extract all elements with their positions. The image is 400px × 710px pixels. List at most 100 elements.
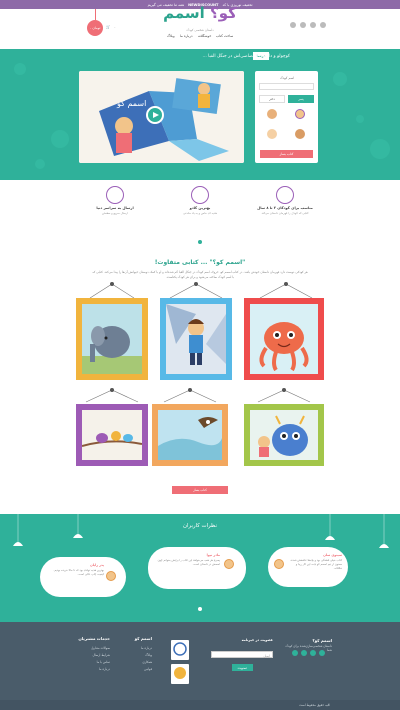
feature-shipping: ارسال به سراسر دنیا ارسال سریع و مطمئن <box>80 186 150 215</box>
nav-item-make-book[interactable]: ساخت کتاب <box>216 34 233 38</box>
footer-link[interactable]: قوانین <box>112 667 152 671</box>
feature-title: مناسب برای کودکان ۳ تا ۸ سال <box>257 206 313 210</box>
avatar-option[interactable] <box>295 109 305 119</box>
frame-octopus <box>244 298 324 380</box>
testimonial-text: پسرم هر شب می‌خواهد این کتاب را برایش بخ… <box>157 558 220 566</box>
twitter-icon[interactable] <box>310 22 316 28</box>
facebook-icon[interactable] <box>319 650 325 656</box>
telegram-icon[interactable] <box>290 22 296 28</box>
frame-boy <box>160 298 232 380</box>
feature-text: ارسال سریع و مطمئن <box>102 211 128 215</box>
hero-title: کوچولو و داستان اختصاصی‌اش در جنگل الفبا… <box>202 54 290 59</box>
feature-text: هدیه ای خاص و به یاد ماندنی <box>183 211 217 215</box>
section-divider-dot <box>198 240 202 244</box>
footer-link[interactable]: درباره ما <box>74 667 110 671</box>
buy-book-button[interactable]: کتاب بساز <box>172 486 228 494</box>
gender-boy-label: پسر <box>298 97 304 101</box>
testimonial-card: سینوی سان کتاب خیلی قشنگی بود و بچه‌ها ع… <box>268 547 348 587</box>
gift-icon <box>191 186 209 204</box>
frame-birds <box>76 404 148 466</box>
testimonials-title: نظرات کاربران <box>183 523 217 529</box>
cart-icon[interactable]: 🛒 <box>106 25 110 29</box>
logo[interactable]: کو؟ اسمم <box>158 4 242 30</box>
testimonial-text: کتاب خیلی قشنگی بود و بچه‌ها عاشقش شدند.… <box>289 558 342 570</box>
feature-gift: بهترین کادو هدیه ای خاص و به یاد ماندنی <box>165 186 235 215</box>
facebook-icon[interactable] <box>320 22 326 28</box>
enamad-badge[interactable] <box>171 640 189 660</box>
instagram-icon[interactable] <box>301 650 307 656</box>
nav-item-blog[interactable]: وبلاگ <box>167 34 175 38</box>
footer-link[interactable]: همکاری <box>112 660 152 664</box>
feature-title: بهترین کادو <box>189 206 211 210</box>
why-title: "اسمم کو؟" ... کتابی متفاوت! <box>154 259 246 266</box>
elephant-illustration <box>82 304 142 374</box>
newsletter-submit-button[interactable]: عضویت <box>232 664 253 671</box>
cart-button[interactable]: ۰ تومان <box>87 20 103 36</box>
carousel-dot[interactable] <box>198 607 202 611</box>
testimonial-name: سینوی سان <box>323 553 342 557</box>
play-icon <box>153 112 159 118</box>
avatar-option[interactable] <box>267 129 277 139</box>
testimonial-name: پدر رایان <box>89 563 104 567</box>
build-book-label: کتاب بساز <box>279 152 294 156</box>
octopus-illustration <box>250 304 318 374</box>
footer-link[interactable]: تماس با ما <box>74 660 110 664</box>
logo-subtitle: داستان شخصی کودک <box>186 28 214 32</box>
site-footer <box>0 622 400 710</box>
samandehi-logo <box>174 667 186 679</box>
frame-elephant <box>76 298 148 380</box>
newsletter-email-input[interactable]: ایمیل <box>211 651 273 658</box>
frame-monster <box>244 404 324 466</box>
why-text: هر کودکی دوست دارد قهرمان داستان خودش با… <box>92 270 308 279</box>
footer-link[interactable]: وبلاگ <box>112 653 152 657</box>
footer-link[interactable]: شرایط ارسال <box>74 653 110 657</box>
footer-link[interactable]: سوالات متداول <box>74 646 110 650</box>
avatar <box>106 571 116 581</box>
child-name-input[interactable] <box>259 83 314 90</box>
frame-eagle <box>152 404 228 466</box>
gender-girl-option[interactable]: دختر <box>259 95 285 103</box>
footer-link[interactable]: درباره ما <box>112 646 152 650</box>
avatar-option[interactable] <box>267 109 277 119</box>
footer-links-title: اسمم کو <box>134 636 152 641</box>
twitter-icon[interactable] <box>310 650 316 656</box>
avatar <box>274 559 284 569</box>
testimonial-name: مادر نیوا <box>206 553 220 557</box>
feature-title: ارسال به سراسر دنیا <box>96 206 134 210</box>
eagle-illustration <box>158 410 222 460</box>
avatar <box>224 559 234 569</box>
gender-boy-option[interactable]: پسر <box>288 95 314 103</box>
child-icon <box>276 186 294 204</box>
telegram-icon[interactable] <box>292 650 298 656</box>
enamad-logo <box>173 642 187 656</box>
cart-string <box>94 9 96 20</box>
newsletter-submit-label: عضویت <box>237 665 248 670</box>
logo-main: اسمم <box>163 4 205 22</box>
instagram-icon[interactable] <box>300 22 306 28</box>
birds-illustration <box>81 410 143 460</box>
gender-girl-label: دختر <box>269 97 275 101</box>
monster-illustration <box>250 410 318 460</box>
cart-count: ۰ تومان <box>89 26 101 30</box>
boy-illustration <box>166 304 226 374</box>
testimonial-card: پدر رایان بهترین هدیه تولدی بود که تا حا… <box>40 557 126 597</box>
build-book-button[interactable]: کتاب بساز <box>260 150 313 158</box>
footer-bottom-bar: کلیه حقوق محفوظ است <box>0 700 400 710</box>
buy-book-label: کتاب بساز <box>193 488 207 492</box>
cart-count-label: ۰ <box>114 25 116 29</box>
samandehi-badge[interactable] <box>171 664 189 684</box>
nav-item-gifts[interactable]: خوشگلانه <box>198 34 211 38</box>
feature-age: مناسب برای کودکان ۳ تا ۸ سال کتابی که کو… <box>250 186 320 215</box>
name-label: اسم کودک <box>280 76 295 80</box>
copyright-text: کلیه حقوق محفوظ است <box>299 703 330 707</box>
footer-services-title: خدمات مشتریان <box>78 636 110 641</box>
svg-text:اسمم کو: اسمم کو <box>116 99 146 108</box>
logo-accent: کو؟ <box>210 4 237 22</box>
plane-icon <box>106 186 124 204</box>
testimonial-card: مادر نیوا پسرم هر شب می‌خواهد این کتاب ر… <box>148 547 246 589</box>
newsletter-placeholder: ایمیل <box>263 653 270 658</box>
avatar-option[interactable] <box>295 129 305 139</box>
nav-item-about[interactable]: درباره ما <box>180 34 192 38</box>
newsletter-title: عضویت در خبرنامه <box>241 638 273 642</box>
feature-text: کتابی که کودک را قهرمان داستان می‌کند <box>261 211 309 215</box>
